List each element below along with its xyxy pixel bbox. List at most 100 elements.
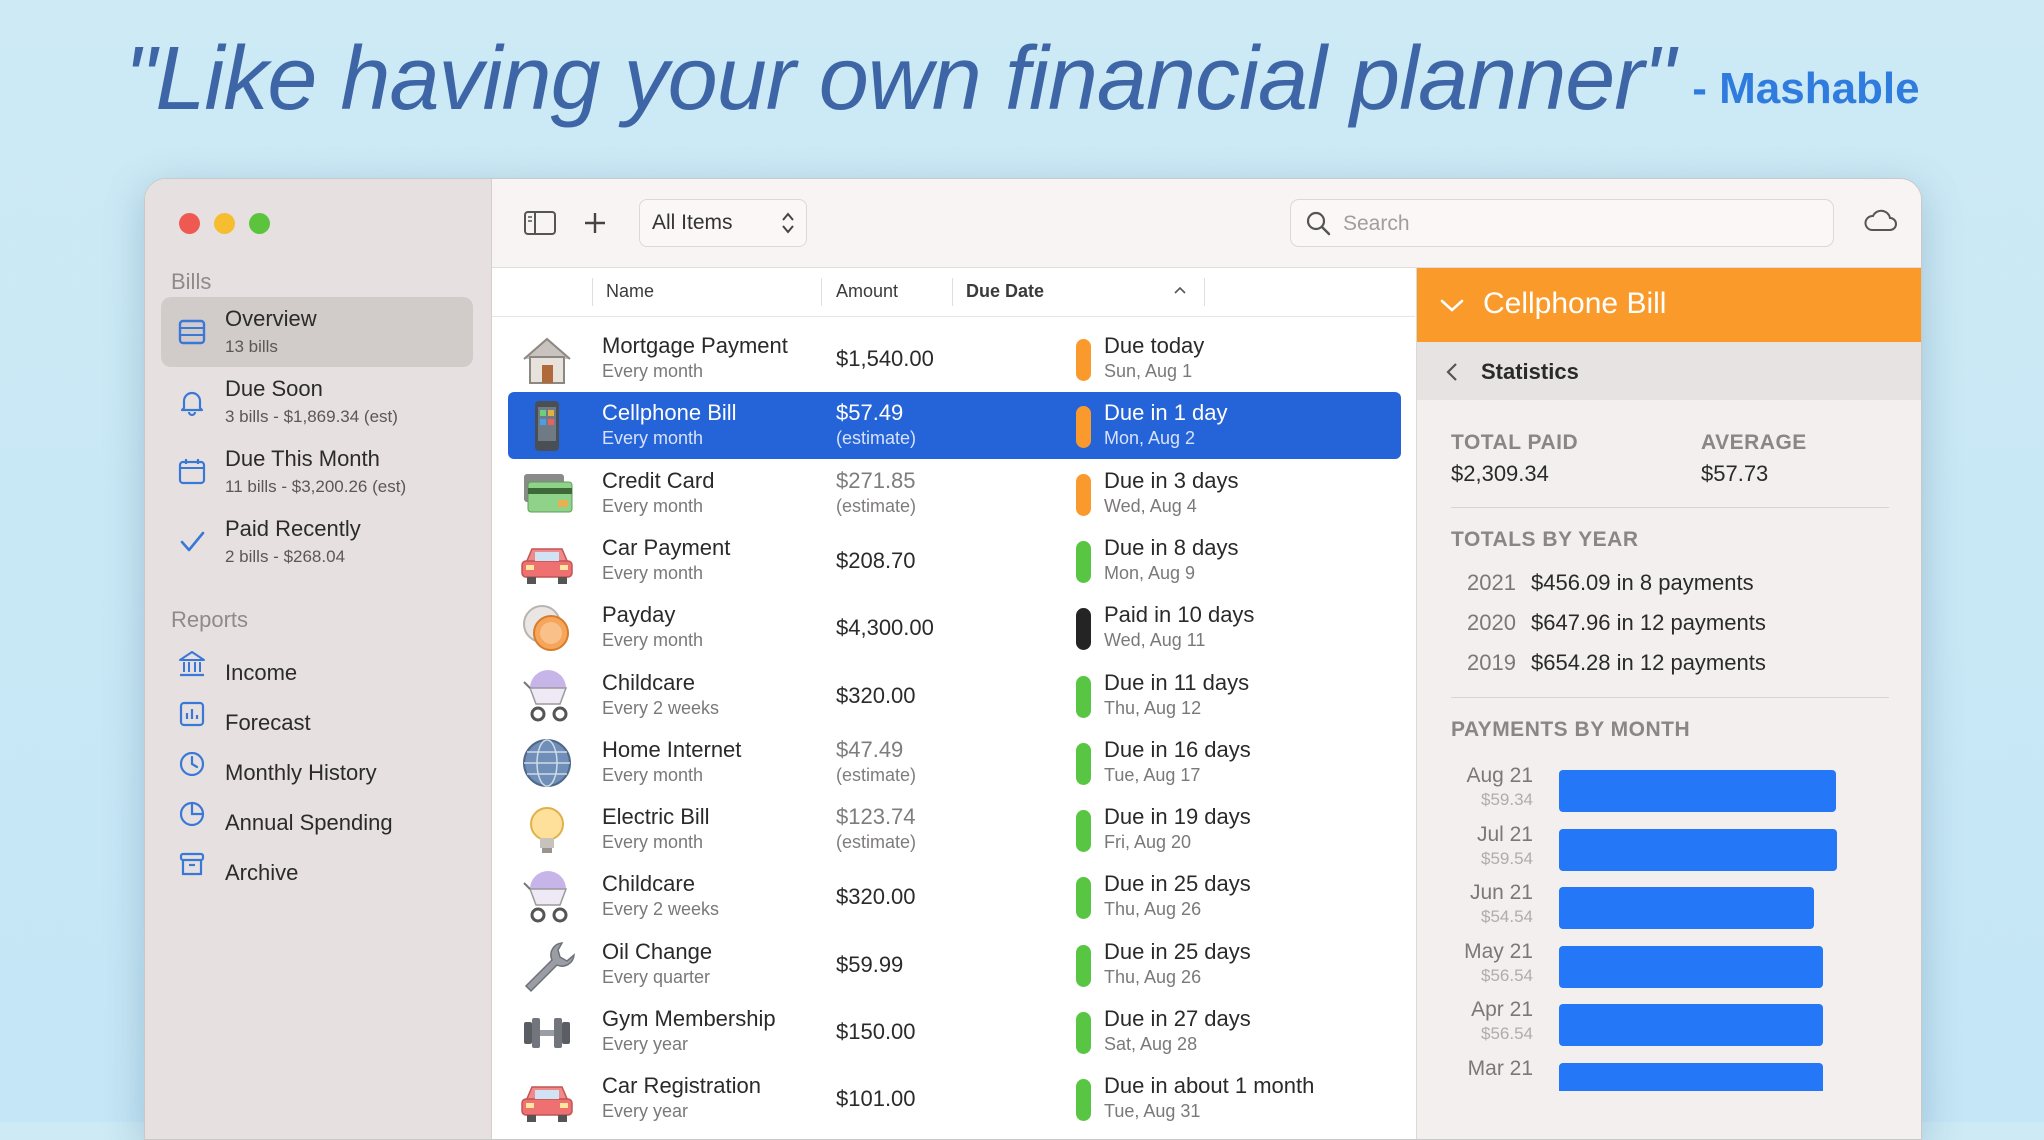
sidebar-item-label: Monthly History: [225, 760, 377, 785]
year-label: 2020: [1467, 610, 1516, 635]
column-due-date[interactable]: Due Date: [966, 281, 1044, 302]
table-row[interactable]: Oil Change Every quarter $59.99 Due in 25 d…: [508, 931, 1401, 998]
year-value: $647.96 in 12 payments: [1531, 610, 1766, 635]
sidebar-item-sub: 11 bills - $3,200.26 (est): [225, 477, 407, 496]
due-date: Tue, Aug 17: [1104, 764, 1201, 785]
due-date: Mon, Aug 9: [1104, 562, 1196, 583]
sidebar-item-label: Archive: [225, 860, 299, 885]
checkmark-icon: [180, 531, 205, 552]
table-row[interactable]: Mortgage Payment Every month $1,540.00 Due …: [508, 325, 1401, 392]
bill-frequency: Every month: [602, 495, 704, 516]
zoom-button[interactable]: [249, 213, 270, 234]
average-value: $57.73: [1701, 461, 1769, 486]
close-button[interactable]: [179, 213, 200, 234]
year-value: $654.28 in 12 payments: [1531, 650, 1766, 675]
month-label: May 21: [1464, 939, 1533, 963]
due-date: Wed, Aug 4: [1104, 495, 1197, 516]
sidebar-item-forecast[interactable]: Forecast: [161, 690, 473, 738]
status-indicator: [1076, 1079, 1091, 1122]
table-row[interactable]: Payday Every month $4,300.00 Paid in 10 day…: [508, 594, 1401, 661]
bills-list: Name Amount Due Date Mortgage Payment Eve…: [492, 268, 1415, 1139]
bill-amount: $320.00: [836, 682, 916, 708]
chart-icon: [179, 701, 205, 727]
bill-name: Gym Membership: [602, 1006, 776, 1031]
search-input[interactable]: Search: [1290, 199, 1834, 247]
sidebar-item-label: Income: [225, 660, 298, 685]
pie-icon: [179, 801, 205, 827]
sidebar-item-sub: 13 bills: [225, 337, 278, 356]
month-label: Jun 21: [1469, 881, 1533, 905]
table-row[interactable]: Car Registration Every year $101.00 Due in …: [508, 1065, 1401, 1132]
status-indicator: [1076, 810, 1091, 853]
due-date: Thu, Aug 26: [1104, 966, 1202, 987]
add-icon[interactable]: [575, 203, 615, 243]
table-row[interactable]: Childcare Every 2 weeks $320.00 Due in 25 d…: [508, 863, 1401, 930]
due-date: Thu, Aug 26: [1104, 899, 1202, 920]
table-row[interactable]: Credit Card Every month $271.85 (estimate) D…: [508, 460, 1401, 527]
sidebar-toggle-icon[interactable]: [520, 203, 560, 243]
cloud-icon[interactable]: [1863, 207, 1899, 235]
month-amount: $56.54: [1481, 965, 1533, 985]
table-row[interactable]: Car Payment Every month $208.70 Due in 8 da…: [508, 527, 1401, 594]
month-amount: $56.54: [1481, 1024, 1533, 1044]
divider: [1451, 697, 1889, 698]
sidebar-item-sub: 3 bills - $1,869.34 (est): [225, 407, 398, 426]
column-name[interactable]: Name: [606, 281, 654, 302]
sort-ascending-icon[interactable]: [1173, 284, 1187, 298]
due-date: Wed, Aug 11: [1104, 630, 1206, 651]
table-row[interactable]: Home Internet Every month $47.49 (estimate)…: [508, 729, 1401, 796]
detail-header[interactable]: Cellphone Bill: [1417, 268, 1921, 342]
due-status: Due in 19 days: [1104, 804, 1251, 830]
totals-by-year-label: TOTALS BY YEAR: [1451, 528, 1639, 551]
sidebar-item-sub: 2 bills - $268.04: [225, 547, 346, 566]
column-separator: [952, 278, 953, 306]
table-row[interactable]: Electric Bill Every month $123.74 (estimate…: [508, 796, 1401, 863]
status-indicator: [1076, 1012, 1091, 1054]
status-indicator: [1076, 406, 1091, 449]
due-status: Due in 11 days: [1104, 669, 1250, 695]
sidebar-item-paid-recently[interactable]: Paid Recently 2 bills - $268.04: [161, 507, 473, 577]
phone-icon: [535, 401, 559, 452]
chevron-down-icon[interactable]: [1439, 294, 1465, 316]
sidebar-item-archive[interactable]: Archive: [161, 840, 473, 888]
sidebar-item-label: Due Soon: [225, 376, 323, 401]
bill-name: Car Registration: [602, 1073, 761, 1099]
status-indicator: [1076, 339, 1091, 381]
sidebar-item-annual-spending[interactable]: Annual Spending: [161, 790, 473, 838]
filter-select[interactable]: All Items: [639, 199, 807, 247]
month-amount: $59.34: [1481, 790, 1533, 809]
sidebar-item-income[interactable]: Income: [161, 640, 473, 688]
table-row[interactable]: Gym Membership Every year $150.00 Due in 27…: [508, 998, 1401, 1065]
bill-name: Childcare: [602, 669, 695, 695]
sidebar-item-monthly-history[interactable]: Monthly History: [161, 740, 473, 788]
bill-amount: $123.74: [836, 804, 916, 830]
bill-amount: $1,540.00: [836, 346, 934, 371]
due-status: Due in 25 days: [1104, 871, 1251, 897]
sidebar-heading-bills: Bills: [171, 269, 212, 294]
bill-frequency: Every year: [602, 1101, 689, 1122]
clock-icon: [179, 751, 205, 777]
search-icon: [1306, 211, 1331, 236]
table-row[interactable]: Childcare Every 2 weeks $320.00 Due in 11 d…: [508, 662, 1401, 729]
archive-icon: [179, 852, 205, 876]
minimize-button[interactable]: [214, 213, 235, 234]
bill-frequency: Every quarter: [602, 966, 711, 987]
sidebar-item-due-soon[interactable]: Due Soon 3 bills - $1,869.34 (est): [161, 367, 473, 437]
table-row[interactable]: Cellphone Bill Every month $57.49 (estimate…: [508, 392, 1401, 460]
sidebar-item-overview[interactable]: Overview 13 bills: [161, 297, 473, 367]
back-chevron-icon[interactable]: [1445, 361, 1459, 383]
sidebar-item-label: Overview: [225, 306, 317, 331]
bill-name: Home Internet: [602, 736, 742, 762]
car-icon: [521, 1086, 573, 1123]
status-indicator: [1076, 540, 1091, 583]
sidebar-heading-reports: Reports: [171, 607, 249, 632]
sidebar-item-due-this-month[interactable]: Due This Month 11 bills - $3,200.26 (est…: [161, 437, 473, 507]
bill-amount: $57.49: [836, 400, 904, 426]
bill-name: Oil Change: [602, 938, 713, 964]
bill-frequency: Every month: [602, 562, 704, 583]
column-amount[interactable]: Amount: [836, 281, 898, 302]
month-amount: $54.54: [1481, 907, 1533, 927]
bill-name: Mortgage Payment: [602, 333, 788, 358]
stroller-icon: [523, 669, 568, 721]
bill-name: Childcare: [602, 871, 695, 897]
